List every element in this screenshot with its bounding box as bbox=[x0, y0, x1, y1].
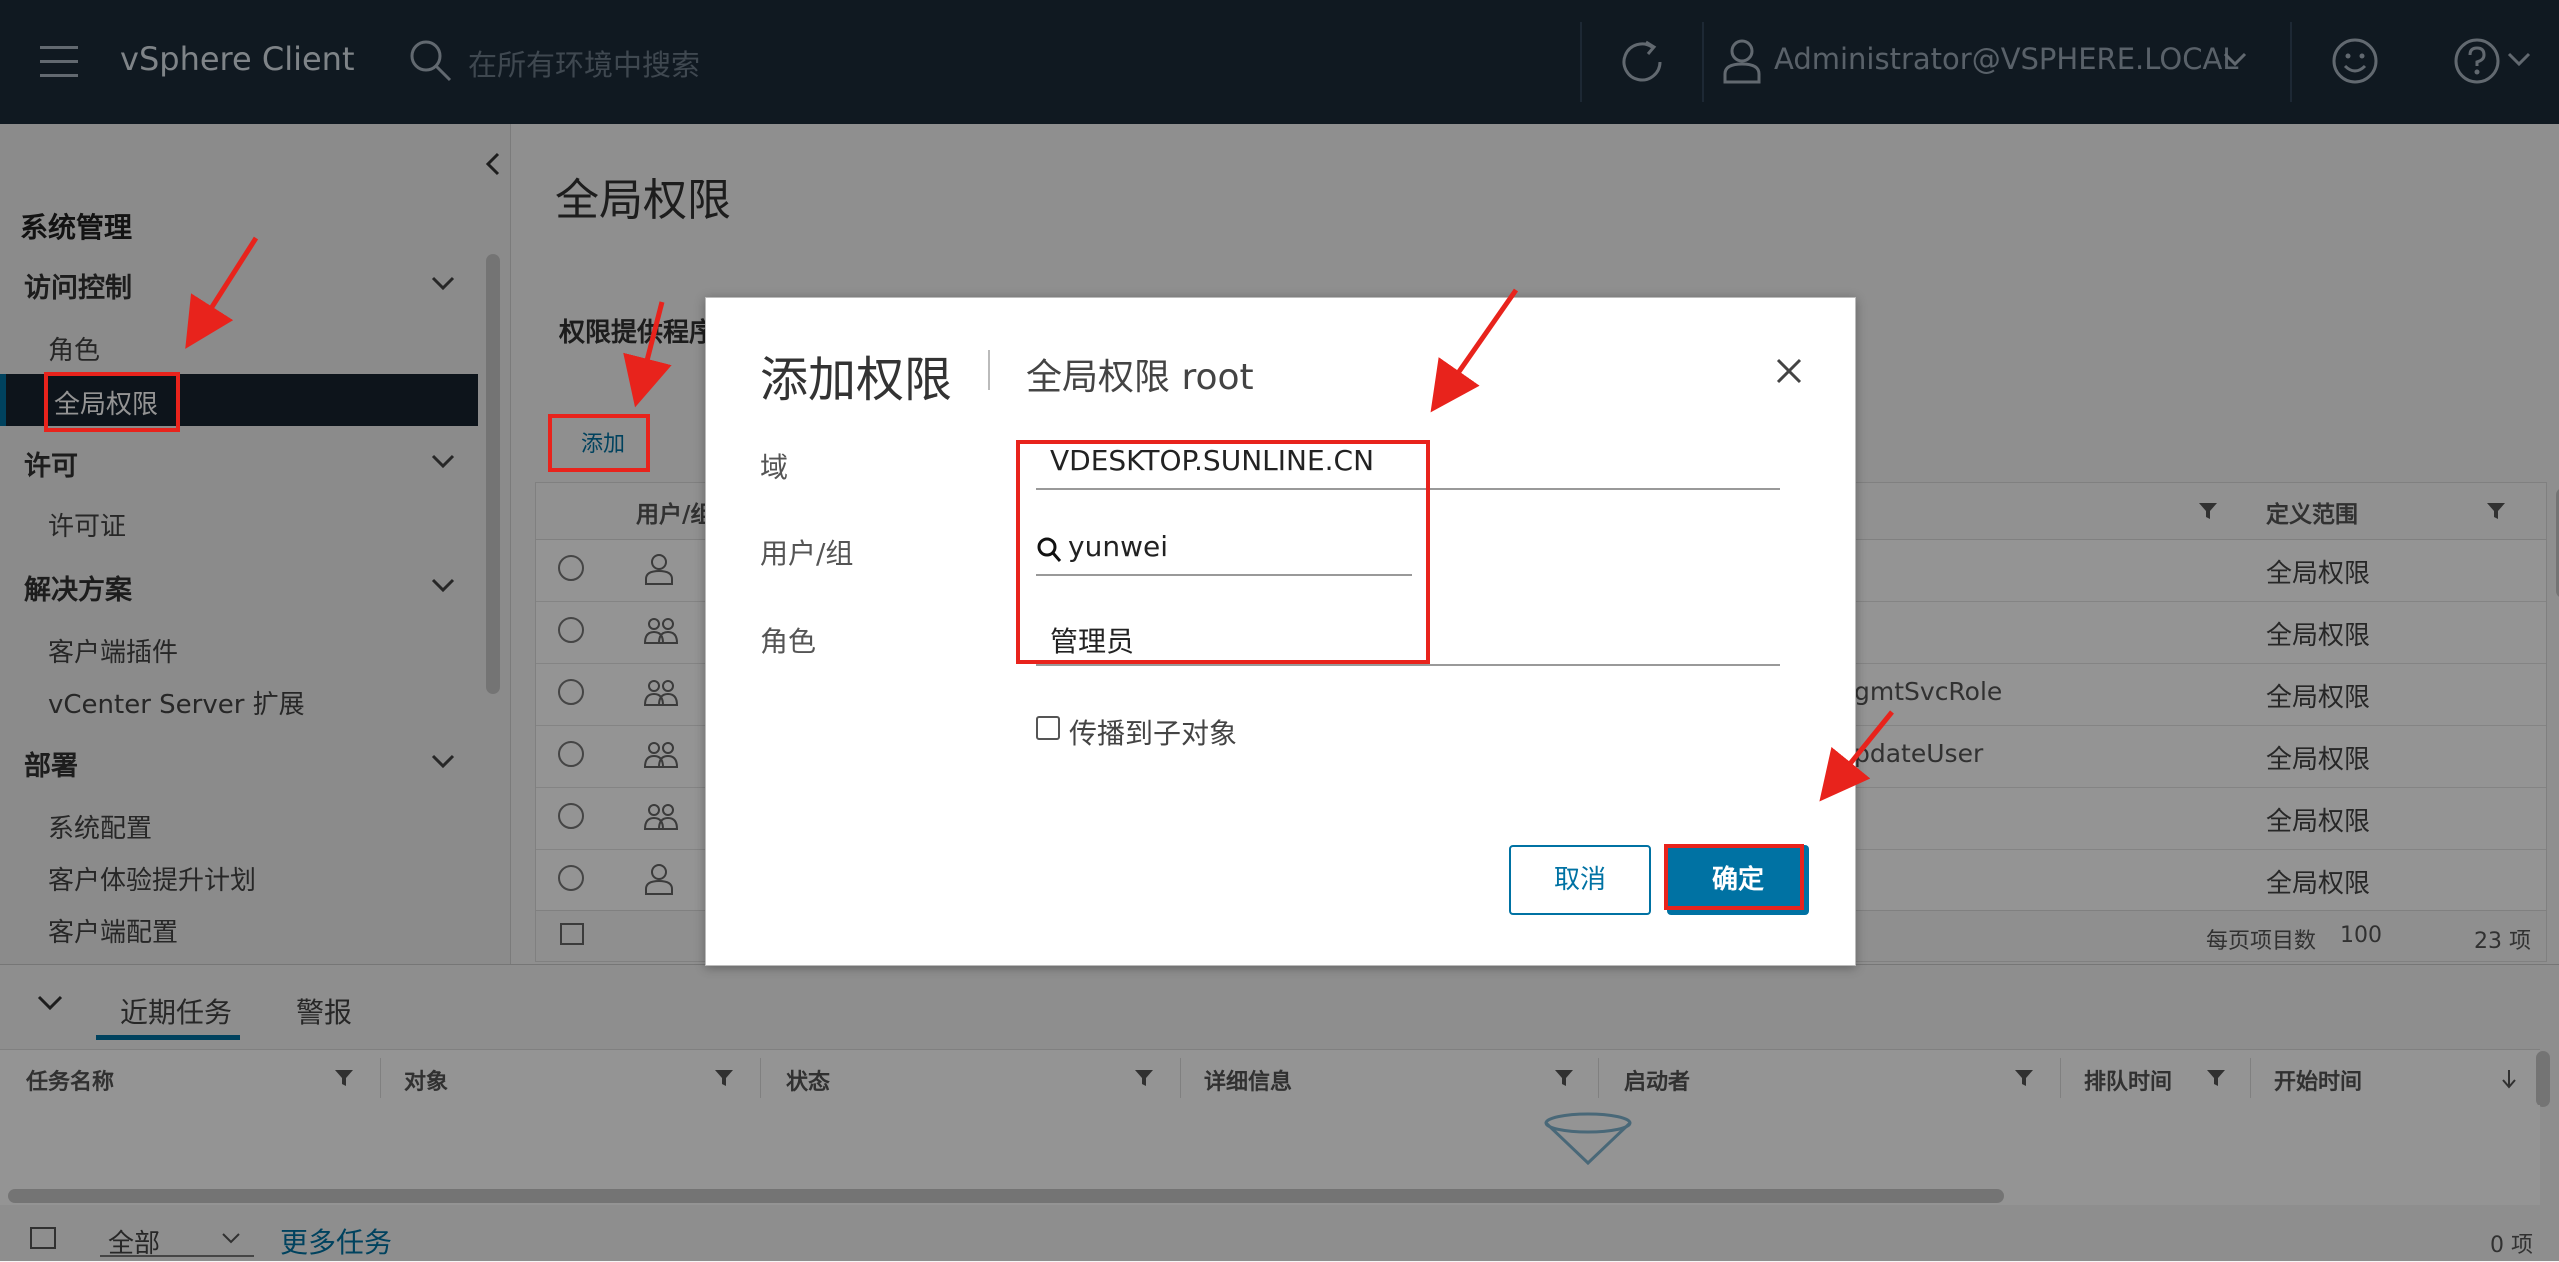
role-label: 角色 bbox=[760, 625, 817, 658]
title-divider bbox=[988, 350, 990, 390]
dialog-subtitle: 全局权限 root bbox=[1026, 357, 1254, 398]
annotation-box-ok bbox=[1664, 844, 1804, 910]
close-icon[interactable] bbox=[1774, 356, 1804, 386]
user-group-label: 用户/组 bbox=[760, 537, 854, 570]
dialog-title: 添加权限 bbox=[760, 352, 953, 408]
annotation-box-sidebar bbox=[44, 372, 180, 432]
cancel-button[interactable]: 取消 bbox=[1509, 845, 1651, 915]
domain-label: 域 bbox=[760, 451, 789, 484]
propagate-label[interactable]: 传播到子对象 bbox=[1069, 712, 1237, 752]
annotation-box-fields bbox=[1016, 440, 1430, 664]
annotation-box-add bbox=[548, 414, 650, 472]
propagate-checkbox[interactable] bbox=[1036, 716, 1060, 740]
